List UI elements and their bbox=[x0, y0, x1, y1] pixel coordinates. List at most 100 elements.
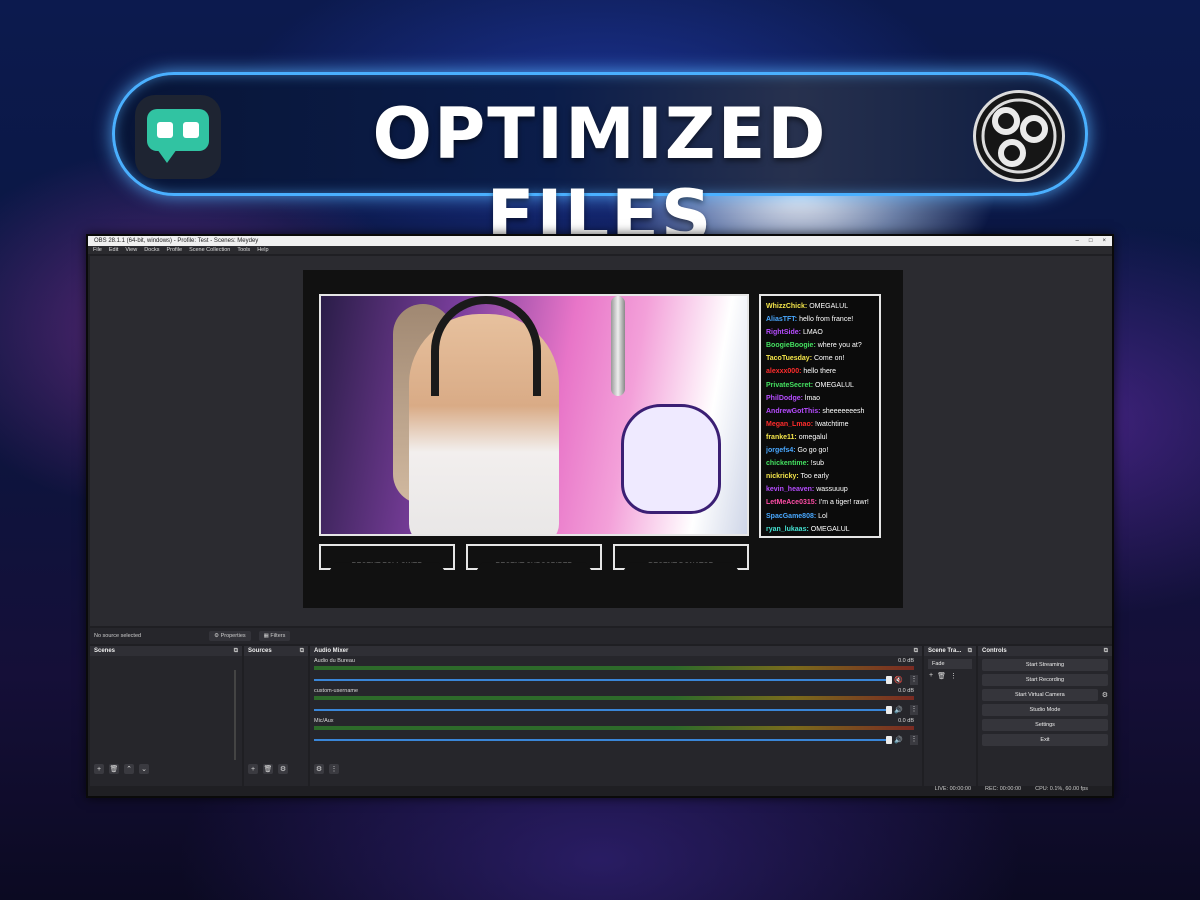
sources-dock: Sources ⧉ + 🗑 ⚙ bbox=[244, 646, 308, 786]
speaker-icon[interactable]: 🔊 bbox=[894, 736, 903, 744]
studio-mode-button[interactable]: Studio Mode bbox=[982, 704, 1108, 716]
stream-canvas[interactable]: WhizzChick: OMEGALUL AliasTFT: hello from… bbox=[303, 270, 903, 608]
chat-text: sheeeeeeesh bbox=[822, 407, 865, 415]
chat-username: kevin_heaven: bbox=[766, 486, 815, 494]
volume-slider[interactable] bbox=[314, 676, 892, 684]
channel-db: 0.0 dB bbox=[898, 718, 914, 724]
chat-username: PrivateSecret: bbox=[766, 381, 814, 389]
chat-message: franke11: omegalul bbox=[766, 431, 874, 444]
chat-username: nickricky: bbox=[766, 473, 799, 481]
chat-message: PrivateSecret: OMEGALUL bbox=[766, 379, 874, 392]
cat-sticker-image bbox=[621, 404, 721, 514]
remove-scene-button[interactable]: 🗑 bbox=[109, 764, 119, 774]
chat-username: alexxx000: bbox=[766, 368, 802, 376]
chat-username: LetMeAce0315: bbox=[766, 499, 817, 507]
undock-icon[interactable]: ⧉ bbox=[300, 648, 304, 655]
channel-menu-button[interactable]: ⋮ bbox=[910, 675, 918, 685]
chat-username: Megan_Lmao: bbox=[766, 420, 814, 428]
undock-icon[interactable]: ⧉ bbox=[968, 648, 972, 655]
chat-text: OMEGALUL bbox=[809, 303, 849, 310]
dock-area: Scenes ⧉ + 🗑 ⌃ ⌄ Sources ⧉ + 🗑 ⚙ Audio Mix… bbox=[90, 646, 1112, 786]
settings-button[interactable]: Settings bbox=[982, 719, 1108, 731]
channel-name: Mic/Aux bbox=[314, 718, 334, 724]
menu-tools[interactable]: Tools bbox=[237, 247, 250, 253]
scenes-dock: Scenes ⧉ + 🗑 ⌃ ⌄ bbox=[90, 646, 242, 786]
add-scene-button[interactable]: + bbox=[94, 764, 104, 774]
speaker-icon[interactable]: 🔊 bbox=[894, 706, 903, 714]
chat-message: TacoTuesday: Come on! bbox=[766, 352, 874, 365]
volume-slider[interactable] bbox=[314, 736, 892, 744]
filters-button[interactable]: ▦ Filters bbox=[258, 631, 291, 641]
menu-edit[interactable]: Edit bbox=[109, 247, 118, 253]
mixer-menu-button[interactable]: ⋮ bbox=[329, 764, 339, 774]
menu-scene-collection[interactable]: Scene Collection bbox=[189, 247, 230, 253]
move-up-button[interactable]: ⌃ bbox=[124, 764, 134, 774]
banner: OPTIMIZED FILES bbox=[112, 72, 1088, 257]
transition-select[interactable]: Fade bbox=[928, 659, 972, 669]
move-down-button[interactable]: ⌄ bbox=[139, 764, 149, 774]
channel-menu-button[interactable]: ⋮ bbox=[910, 705, 918, 715]
chat-message: jorgefs4: Go go go! bbox=[766, 444, 874, 457]
chat-message: WhizzChick: OMEGALUL bbox=[766, 300, 874, 313]
add-transition-button[interactable]: + bbox=[929, 672, 933, 680]
exit-button[interactable]: Exit bbox=[982, 734, 1108, 746]
menu-view[interactable]: View bbox=[125, 247, 137, 253]
chat-message: PhilDodge: lmao bbox=[766, 392, 874, 405]
chat-box: WhizzChick: OMEGALUL AliasTFT: hello from… bbox=[759, 294, 881, 538]
recent-follower-label: RECENT FOLLOWER bbox=[319, 544, 455, 570]
channel-menu-button[interactable]: ⋮ bbox=[910, 735, 918, 745]
menu-profile[interactable]: Profile bbox=[166, 247, 182, 253]
undock-icon[interactable]: ⧉ bbox=[234, 648, 238, 655]
start-recording-button[interactable]: Start Recording bbox=[982, 674, 1108, 686]
menu-file[interactable]: File bbox=[93, 247, 102, 253]
chat-text: omegalul bbox=[798, 433, 828, 441]
chat-username: franke11: bbox=[766, 433, 797, 441]
advanced-audio-button[interactable]: ⚙ bbox=[314, 764, 324, 774]
chat-text: hello there bbox=[803, 368, 837, 376]
transition-menu-button[interactable]: ⋮ bbox=[950, 672, 957, 680]
chat-text: OMEGALUL bbox=[815, 381, 854, 389]
alert-row: RECENT FOLLOWER RECENT SUBSCRIBER RECENT… bbox=[319, 544, 749, 570]
remove-source-button[interactable]: 🗑 bbox=[263, 764, 273, 774]
chat-username: SpacGame808: bbox=[766, 512, 817, 520]
chat-text: hello from france! bbox=[799, 316, 854, 324]
audio-mixer-dock: Audio Mixer ⧉ Audio du Bureau 0.0 dB 🔇 ⋮ … bbox=[310, 646, 922, 786]
maximize-button[interactable]: □ bbox=[1089, 238, 1093, 244]
chat-message: alexxx000: hello there bbox=[766, 365, 874, 378]
headset-image bbox=[431, 296, 541, 396]
chat-text: I'm a tiger! rawr! bbox=[818, 499, 869, 507]
add-source-button[interactable]: + bbox=[248, 764, 258, 774]
chat-username: jorgefs4: bbox=[766, 447, 796, 455]
start-virtual-camera-button[interactable]: Start Virtual Camera bbox=[982, 689, 1098, 701]
volume-slider[interactable] bbox=[314, 706, 892, 714]
close-button[interactable]: × bbox=[1102, 238, 1106, 244]
obs-window: OBS 28.1.1 (64-bit, windows) - Profile: … bbox=[86, 234, 1114, 798]
start-streaming-button[interactable]: Start Streaming bbox=[982, 659, 1108, 671]
preview-area[interactable]: WhizzChick: OMEGALUL AliasTFT: hello from… bbox=[90, 256, 1112, 626]
remove-transition-button[interactable]: 🗑 bbox=[937, 672, 946, 680]
undock-icon[interactable]: ⧉ bbox=[1104, 648, 1108, 655]
status-bar: LIVE: 00:00:00 REC: 00:00:00 CPU: 0.1%, … bbox=[90, 784, 1112, 794]
menu-docks[interactable]: Docks bbox=[144, 247, 159, 253]
mixer-channel: Audio du Bureau 0.0 dB 🔇 ⋮ bbox=[314, 656, 918, 686]
window-title: OBS 28.1.1 (64-bit, windows) - Profile: … bbox=[94, 238, 259, 244]
chat-text: !sub bbox=[810, 460, 824, 468]
menu-help[interactable]: Help bbox=[257, 247, 268, 253]
muted-speaker-icon[interactable]: 🔇 bbox=[894, 676, 903, 684]
channel-db: 0.0 dB bbox=[898, 658, 914, 664]
properties-button[interactable]: ⚙ Properties bbox=[209, 631, 251, 641]
chat-username: AliasTFT: bbox=[766, 316, 798, 324]
recent-subscriber-label: RECENT SUBSCRIBER bbox=[466, 544, 602, 570]
source-settings-button[interactable]: ⚙ bbox=[278, 764, 288, 774]
undock-icon[interactable]: ⧉ bbox=[914, 648, 918, 655]
recent-donator-label: RECENT DONATOR bbox=[613, 544, 749, 570]
no-source-label: No source selected bbox=[94, 633, 142, 639]
chat-username: RightSide: bbox=[766, 329, 801, 337]
minimize-button[interactable]: – bbox=[1076, 238, 1079, 244]
scrollbar[interactable] bbox=[234, 670, 236, 760]
chat-text: !watchtime bbox=[815, 420, 849, 428]
live-status: LIVE: 00:00:00 bbox=[934, 786, 972, 792]
cpu-status: CPU: 0.1%, 60.00 fps bbox=[1035, 786, 1088, 792]
gear-icon[interactable]: ⚙ bbox=[1102, 691, 1108, 699]
chat-message: kevin_heaven: wassuuup bbox=[766, 483, 874, 496]
